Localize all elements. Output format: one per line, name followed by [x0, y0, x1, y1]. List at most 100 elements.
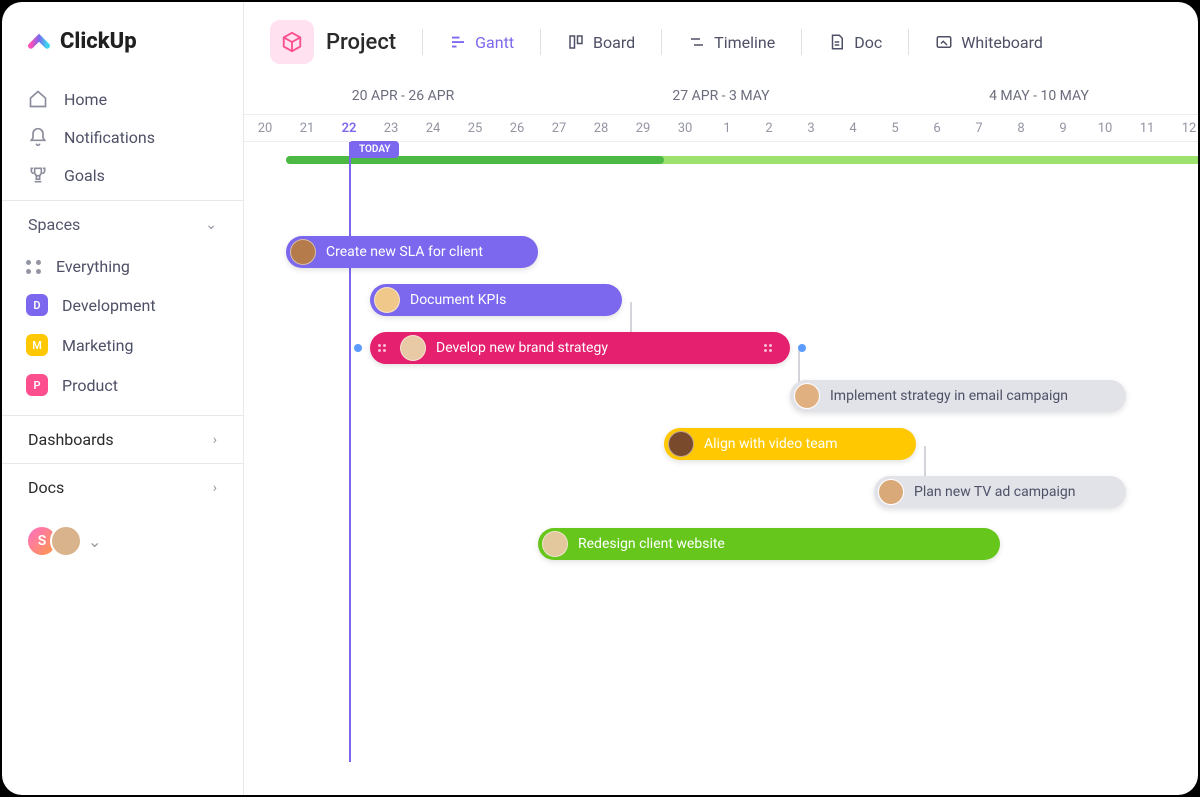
nav-primary: Home Notifications Goals	[2, 74, 243, 200]
day-cell[interactable]: 25	[454, 115, 496, 141]
task-label: Redesign client website	[578, 536, 725, 552]
task-bar[interactable]: Plan new TV ad campaign	[874, 476, 1126, 508]
section-label: Docs	[28, 478, 64, 497]
day-cell[interactable]: 7	[958, 115, 1000, 141]
spaces-header[interactable]: Spaces ⌄	[2, 201, 243, 248]
day-cell[interactable]: 28	[580, 115, 622, 141]
section-docs[interactable]: Docs ›	[2, 463, 243, 511]
task-label: Plan new TV ad campaign	[914, 484, 1075, 500]
logo[interactable]: ClickUp	[2, 2, 243, 74]
task-bar[interactable]: Implement strategy in email campaign	[790, 380, 1126, 412]
sidebar: ClickUp Home Notifications Goals Spaces …	[2, 2, 244, 795]
everything-icon	[26, 260, 42, 274]
task-bar[interactable]: Align with video team	[664, 428, 916, 460]
project-title: Project	[326, 30, 396, 55]
day-cell[interactable]: 1	[706, 115, 748, 141]
nav-bell[interactable]: Notifications	[14, 118, 231, 156]
space-marketing[interactable]: M Marketing	[14, 325, 231, 365]
day-cell[interactable]: 2	[748, 115, 790, 141]
section-label: Dashboards	[28, 430, 114, 449]
assignee-avatar[interactable]	[374, 287, 400, 313]
week-header: 4 MAY - 10 MAY	[880, 82, 1198, 114]
gantt-view: 20 APR - 26 APR27 APR - 3 MAY4 MAY - 10 …	[244, 82, 1198, 795]
space-product[interactable]: P Product	[14, 365, 231, 405]
task-bar[interactable]: Create new SLA for client	[286, 236, 538, 268]
nav-home[interactable]: Home	[14, 80, 231, 118]
task-bar[interactable]: Redesign client website	[538, 528, 1000, 560]
timeline-icon	[688, 33, 706, 51]
space-badge: M	[26, 334, 48, 356]
assignee-avatar[interactable]	[878, 479, 904, 505]
day-cell[interactable]: 22	[328, 115, 370, 141]
doc-icon	[828, 33, 846, 51]
home-icon	[28, 89, 48, 109]
space-badge: P	[26, 374, 48, 396]
day-header-row: 2021222324252627282930123456789101112	[244, 114, 1198, 142]
day-cell[interactable]: 21	[286, 115, 328, 141]
user-avatar-photo	[50, 525, 82, 557]
day-cell[interactable]: 9	[1042, 115, 1084, 141]
space-label: Development	[62, 296, 156, 315]
separator	[422, 29, 423, 55]
day-cell[interactable]: 8	[1000, 115, 1042, 141]
assignee-avatar[interactable]	[542, 531, 568, 557]
week-header: 20 APR - 26 APR	[244, 82, 562, 114]
space-development[interactable]: D Development	[14, 285, 231, 325]
spaces-header-label: Spaces	[28, 215, 80, 234]
section-dashboards[interactable]: Dashboards ›	[2, 415, 243, 463]
assignee-avatar[interactable]	[290, 239, 316, 265]
dependency-dot[interactable]	[798, 344, 806, 352]
day-cell[interactable]: 10	[1084, 115, 1126, 141]
day-cell[interactable]: 6	[916, 115, 958, 141]
day-cell[interactable]: 26	[496, 115, 538, 141]
day-cell[interactable]: 24	[412, 115, 454, 141]
separator	[661, 29, 662, 55]
project-icon[interactable]	[270, 20, 314, 64]
collapsible-sections: Dashboards › Docs ›	[2, 415, 243, 511]
view-label: Timeline	[714, 33, 775, 52]
drag-handle-icon[interactable]	[374, 344, 390, 352]
task-bar[interactable]: Document KPIs	[370, 284, 622, 316]
gantt-icon	[449, 33, 467, 51]
week-headers: 20 APR - 26 APR27 APR - 3 MAY4 MAY - 10 …	[244, 82, 1198, 114]
day-cell[interactable]: 4	[832, 115, 874, 141]
view-doc[interactable]: Doc	[824, 27, 886, 58]
day-cell[interactable]: 29	[622, 115, 664, 141]
drag-handle-icon[interactable]	[760, 344, 776, 352]
spaces-section: Spaces ⌄ Everything D Development M Mark…	[2, 200, 243, 415]
space-label: Marketing	[62, 336, 133, 355]
day-cell[interactable]: 20	[244, 115, 286, 141]
assignee-avatar[interactable]	[668, 431, 694, 457]
view-gantt[interactable]: Gantt	[445, 27, 518, 58]
chevron-right-icon: ›	[213, 480, 217, 496]
nav-trophy[interactable]: Goals	[14, 156, 231, 194]
whiteboard-icon	[935, 33, 953, 51]
day-cell[interactable]: 11	[1126, 115, 1168, 141]
spaces-list: Everything D Development M Marketing P P…	[2, 248, 243, 415]
day-cell[interactable]: 3	[790, 115, 832, 141]
assignee-avatar[interactable]	[794, 383, 820, 409]
trophy-icon	[28, 165, 48, 185]
view-board[interactable]: Board	[563, 27, 639, 58]
nav-label: Notifications	[64, 128, 155, 147]
nav-label: Goals	[64, 166, 105, 185]
day-cell[interactable]: 5	[874, 115, 916, 141]
user-switcher[interactable]: S ⌄	[2, 511, 243, 571]
task-label: Develop new brand strategy	[436, 340, 608, 356]
everything-item[interactable]: Everything	[14, 248, 231, 285]
gantt-body[interactable]: TODAY Create new SLA for client Document…	[244, 142, 1198, 762]
day-cell[interactable]: 12	[1168, 115, 1198, 141]
everything-label: Everything	[56, 257, 130, 276]
view-whiteboard[interactable]: Whiteboard	[931, 27, 1047, 58]
view-label: Gantt	[475, 33, 514, 52]
task-bar[interactable]: Develop new brand strategy	[370, 332, 790, 364]
day-cell[interactable]: 27	[538, 115, 580, 141]
day-cell[interactable]: 30	[664, 115, 706, 141]
separator	[801, 29, 802, 55]
day-cell[interactable]: 23	[370, 115, 412, 141]
assignee-avatar[interactable]	[400, 335, 426, 361]
dependency-dot[interactable]	[354, 344, 362, 352]
week-header: 27 APR - 3 MAY	[562, 82, 880, 114]
view-timeline[interactable]: Timeline	[684, 27, 779, 58]
task-label: Create new SLA for client	[326, 244, 483, 260]
